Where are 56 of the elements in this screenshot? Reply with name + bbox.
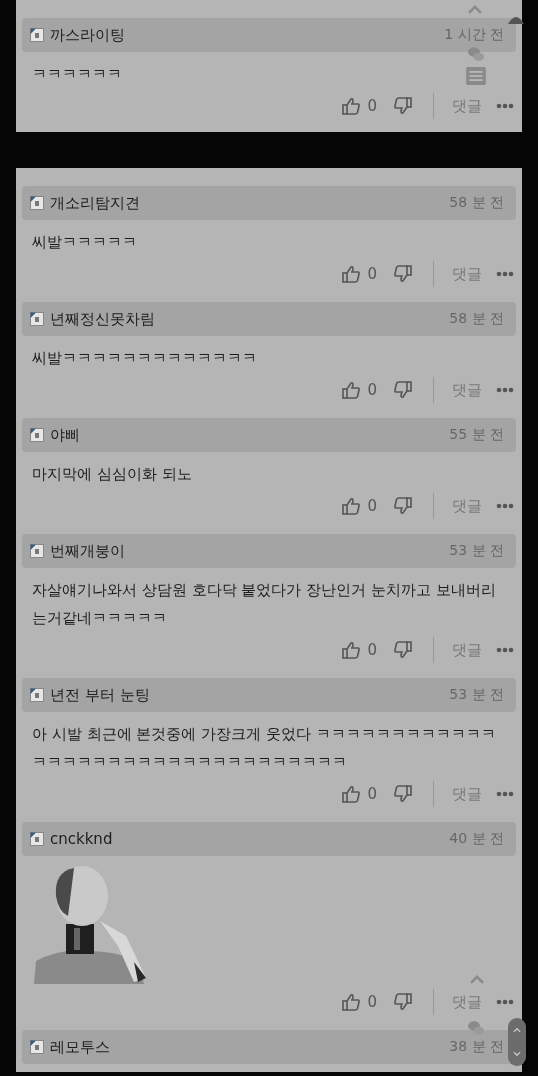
thumbs-down-icon[interactable] [393,784,413,804]
like-count: 0 [367,993,377,1011]
chevron-up-icon [512,1026,522,1034]
more-icon[interactable] [496,387,514,393]
chevron-down-icon [512,1050,522,1058]
level-icon [30,832,44,846]
level-icon [30,312,44,326]
thumbs-down-icon[interactable] [393,992,413,1012]
author-name[interactable]: 까스라이팅 [50,25,445,45]
more-icon[interactable] [496,999,514,1005]
comment-text: ㅋㅋㅋㅋㅋㅋ [31,64,123,85]
thumbs-up-icon[interactable] [341,380,362,400]
like-count: 0 [367,381,377,399]
like-count: 0 [367,265,377,283]
comment-text: 씨발ㅋㅋㅋㅋㅋㅋㅋㅋㅋㅋㅋㅋㅋ [31,348,258,369]
scroll-indicator-icon [508,14,524,24]
comment-text: 씨발ㅋㅋㅋㅋㅋ [31,232,138,253]
author-name[interactable]: 년째정신못차림 [50,309,450,329]
thumbs-up-icon[interactable] [341,992,362,1012]
level-icon [30,688,44,702]
comment-text: 자살얘기나와서 상담원 호다닥 붙었다가 장난인거 눈치까고 보내버리는거같네ㅋㅋㅋㅋㅋ [31,580,497,629]
comment-text: 마지막에 심심이화 되노 [31,464,193,485]
thumbs-up-icon[interactable] [341,496,362,516]
more-icon[interactable] [496,647,514,653]
thumbs-down-icon[interactable] [393,380,413,400]
like-count: 0 [367,497,377,515]
author-name[interactable]: 번째개붕이 [50,541,450,561]
thumbs-up-icon[interactable] [341,784,362,804]
thumbs-down-icon[interactable] [393,640,413,660]
list-icon [466,67,486,85]
more-icon[interactable] [496,271,514,277]
like-count: 0 [367,641,377,659]
author-name[interactable]: 레모투스 [50,1037,450,1057]
author-name[interactable]: cnckknd [50,830,450,848]
comment-text: 아 시발 최근에 본것중에 가장크게 웃었다 ㅋㅋㅋㅋㅋㅋㅋㅋㅋㅋㅋㅋㅋㅋㅋㅋㅋㅋㅋㅋㅋㅋㅋㅋㅋㅋㅋㅋㅋㅋㅋㅋㅋ [31,724,497,773]
more-icon[interactable] [496,791,514,797]
more-icon[interactable] [496,503,514,509]
level-icon [30,1040,44,1054]
author-name[interactable]: 야삐 [50,425,450,445]
thumbs-up-icon[interactable] [341,640,362,660]
scroll-buttons[interactable] [508,1018,526,1066]
author-name[interactable]: 개소리탐지견 [50,193,450,213]
author-name[interactable]: 년전 부터 눈팅 [50,685,450,705]
thumbs-down-icon[interactable] [393,496,413,516]
level-icon [30,544,44,558]
comment-time: 1 시간 전 [444,26,504,44]
thumbs-down-icon[interactable] [393,264,413,284]
thumbs-down-icon[interactable] [393,96,413,116]
like-count: 0 [367,97,377,115]
thumbs-up-icon[interactable] [341,264,362,284]
level-icon [30,28,44,42]
level-icon [30,196,44,210]
more-icon[interactable] [496,103,514,109]
thumbs-up-icon[interactable] [341,96,362,116]
level-icon [30,428,44,442]
like-count: 0 [367,785,377,803]
